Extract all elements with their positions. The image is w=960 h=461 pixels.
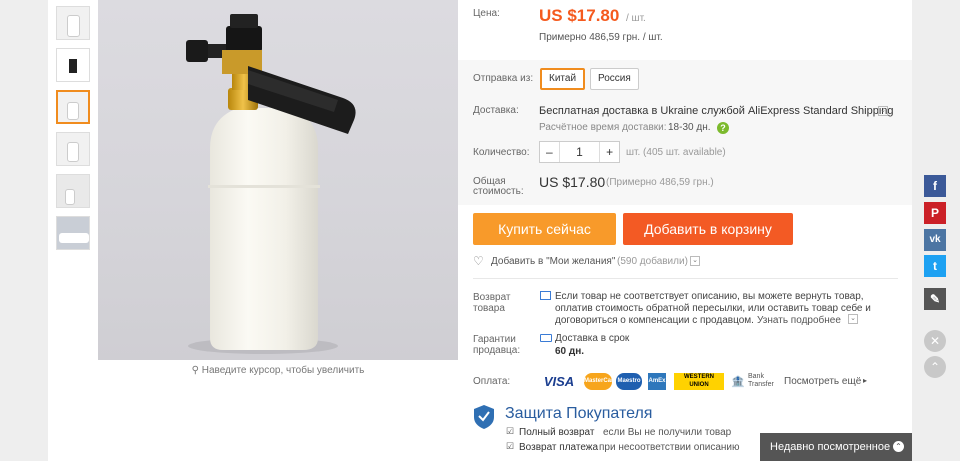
bank-icon: 🏦 bbox=[731, 376, 745, 388]
checkbox-icon: ☑ bbox=[506, 441, 515, 451]
return-box-icon bbox=[540, 291, 551, 300]
quantity-available: шт. (405 шт. available) bbox=[626, 147, 726, 158]
guarantee-days: 60 дн. bbox=[555, 346, 585, 357]
vk-icon[interactable]: vk bbox=[924, 229, 946, 251]
edit-icon[interactable]: ✎ bbox=[924, 288, 946, 310]
quantity-plus-button[interactable]: + bbox=[599, 142, 619, 162]
ship-from-russia[interactable]: Россия bbox=[590, 68, 639, 90]
close-icon[interactable]: ✕ bbox=[924, 330, 946, 352]
amex-logo: AmEx bbox=[648, 373, 666, 390]
magnifier-icon: ⚲ bbox=[191, 365, 199, 376]
chevron-right-icon[interactable]: ▸ bbox=[863, 376, 867, 385]
price-label: Цена: bbox=[473, 8, 500, 19]
truck-icon bbox=[540, 334, 552, 342]
delivery-label: Доставка: bbox=[473, 105, 519, 116]
ship-from-china[interactable]: Китай bbox=[540, 68, 586, 90]
quantity-stepper: – 1 + bbox=[539, 141, 620, 163]
product-page: ⚲ Наведите курсор, чтобы увеличить Цена:… bbox=[0, 0, 960, 461]
thumbnail-2[interactable] bbox=[56, 48, 90, 82]
delivery-estimate-label: Расчётное время доставки: bbox=[539, 122, 667, 133]
guarantee-text: Доставка в срок bbox=[555, 333, 630, 344]
twitter-icon[interactable]: t bbox=[924, 255, 946, 277]
buy-now-button[interactable]: Купить сейчас bbox=[473, 213, 616, 245]
recently-viewed-bar[interactable]: Недавно посмотренное ⌃ bbox=[760, 433, 912, 461]
protection-item-1-rest: если Вы не получили товар bbox=[603, 427, 732, 438]
checkbox-icon: ☑ bbox=[506, 426, 515, 436]
thumbnail-5[interactable] bbox=[56, 174, 90, 208]
thumbnail-1[interactable] bbox=[56, 6, 90, 40]
thumbnail-6[interactable] bbox=[56, 216, 90, 250]
price-unit: / шт. bbox=[626, 13, 646, 24]
mastercard-logo: MasterCard bbox=[584, 373, 617, 390]
returns-label-2: товара bbox=[473, 303, 505, 314]
foam-bottle-image bbox=[186, 14, 356, 354]
payment-label: Оплата: bbox=[473, 376, 511, 387]
total-label-2: стоимость: bbox=[473, 186, 524, 197]
scroll-up-icon[interactable]: ⌃ bbox=[924, 356, 946, 378]
quantity-input[interactable]: 1 bbox=[560, 142, 599, 162]
recently-viewed-label: Недавно посмотренное bbox=[770, 441, 891, 453]
ship-from-label: Отправка из: bbox=[473, 73, 534, 84]
facebook-icon[interactable]: f bbox=[924, 175, 946, 197]
price-value: US $17.80 bbox=[539, 6, 620, 25]
visa-logo: VISA bbox=[543, 374, 575, 389]
returns-chevron-icon[interactable]: ⌄ bbox=[848, 314, 858, 324]
returns-label-1: Возврат bbox=[473, 292, 511, 303]
returns-text-3: договориться о компенсации с продавцом. bbox=[555, 315, 754, 326]
main-product-image[interactable] bbox=[98, 0, 458, 360]
payment-more-link[interactable]: Посмотреть ещё bbox=[784, 376, 861, 387]
shield-icon bbox=[474, 405, 494, 429]
add-to-cart-button[interactable]: Добавить в корзину bbox=[623, 213, 793, 245]
quantity-minus-button[interactable]: – bbox=[540, 142, 560, 162]
delivery-text[interactable]: Бесплатная доставка в Ukraine службой Al… bbox=[539, 105, 894, 117]
wishlist-link[interactable]: Добавить в "Мои желания" bbox=[491, 256, 615, 267]
returns-learn-more-link[interactable]: Узнать подробнее bbox=[757, 315, 841, 326]
protection-item-2-rest: при несоответствии описанию bbox=[599, 442, 740, 453]
buyer-protection-title: Защита Покупателя bbox=[505, 405, 653, 422]
quantity-label: Количество: bbox=[473, 147, 530, 158]
guarantee-label-1: Гарантии bbox=[473, 334, 516, 345]
wishlist-count: (590 добавили) bbox=[617, 256, 688, 267]
zoom-hint-text: Наведите курсор, чтобы увеличить bbox=[201, 365, 365, 376]
heart-icon[interactable]: ♡ bbox=[473, 254, 484, 268]
bank-transfer-label: Bank Transfer bbox=[748, 373, 774, 388]
guarantee-label-2: продавца: bbox=[473, 345, 521, 356]
total-value: US $17.80 bbox=[539, 174, 606, 190]
product-info-panel: Цена: US $17.80 / шт. Примерно 486,59 гр… bbox=[458, 0, 912, 461]
zoom-hint: ⚲ Наведите курсор, чтобы увеличить bbox=[98, 365, 458, 376]
maestro-logo: Maestro bbox=[616, 373, 642, 390]
price-box: Цена: US $17.80 / шт. Примерно 486,59 гр… bbox=[458, 0, 912, 60]
protection-item-2-bold: Возврат платежа bbox=[519, 442, 599, 453]
western-union-logo: WESTERN UNION bbox=[674, 373, 724, 390]
total-approx: (Примерно 486,59 грн.) bbox=[606, 177, 714, 188]
returns-text-1: Если товар не соответствует описанию, вы… bbox=[555, 291, 864, 302]
pinterest-icon[interactable]: P bbox=[924, 202, 946, 224]
chevron-down-icon[interactable]: ⌄ bbox=[878, 106, 888, 116]
chevron-up-icon[interactable]: ⌃ bbox=[893, 441, 904, 452]
delivery-estimate-value: 18-30 дн. bbox=[668, 122, 711, 133]
thumbnail-3[interactable] bbox=[56, 90, 90, 124]
thumbnail-list bbox=[56, 6, 90, 258]
thumbnail-4[interactable] bbox=[56, 132, 90, 166]
wishlist-chevron-icon[interactable]: ⌄ bbox=[690, 256, 700, 266]
divider bbox=[473, 278, 898, 279]
price-approx: Примерно 486,59 грн. / шт. bbox=[539, 32, 663, 43]
returns-text-2: оплатив стоимость обратной пересылки, ил… bbox=[555, 303, 871, 314]
protection-item-1-bold: Полный возврат bbox=[519, 427, 595, 438]
help-icon[interactable]: ? bbox=[717, 122, 729, 134]
